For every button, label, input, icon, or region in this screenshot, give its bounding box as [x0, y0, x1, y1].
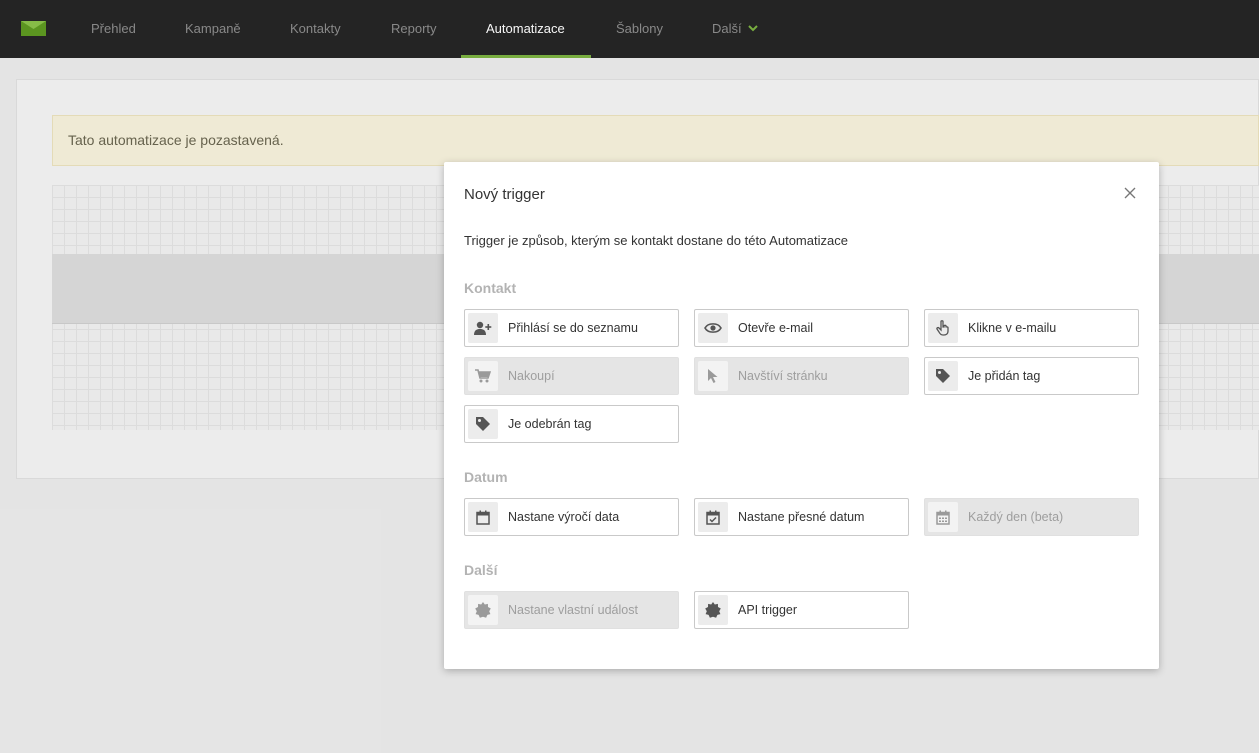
trigger-option-label: Nastane výročí data [508, 510, 620, 524]
modal-title: Nový trigger [464, 186, 545, 203]
trigger-option-click-email[interactable]: Klikne v e-mailu [924, 309, 1139, 347]
user-plus-icon [468, 313, 498, 343]
eye-icon [698, 313, 728, 343]
trigger-option-tag-added[interactable]: Je přidán tag [924, 357, 1139, 395]
tag-icon [468, 409, 498, 439]
trigger-option-subscribe[interactable]: Přihlásí se do seznamu [464, 309, 679, 347]
trigger-option-date-anniversary[interactable]: Nastane výročí data [464, 498, 679, 536]
trigger-option-exact-date[interactable]: Nastane přesné datum [694, 498, 909, 536]
certificate-icon [698, 595, 728, 625]
trigger-option-label: Nakoupí [508, 369, 555, 383]
trigger-option-label: Nastane vlastní událost [508, 603, 638, 617]
section-title-kontakt: Kontakt [464, 280, 517, 296]
trigger-option-label: Je odebrán tag [508, 417, 592, 431]
calendar-icon [468, 502, 498, 532]
trigger-option-label: API trigger [738, 603, 798, 617]
trigger-option-purchase: Nakoupí [464, 357, 679, 395]
trigger-option-api[interactable]: API trigger [694, 591, 909, 629]
mouse-pointer-icon [698, 361, 728, 391]
trigger-option-visit-page: Navštíví stránku [694, 357, 909, 395]
tag-icon [928, 361, 958, 391]
trigger-option-label: Otevře e-mail [738, 321, 814, 335]
section-title-datum: Datum [464, 469, 508, 485]
trigger-option-every-day: Každý den (beta) [924, 498, 1139, 536]
trigger-option-custom-event: Nastane vlastní událost [464, 591, 679, 629]
shopping-cart-icon [468, 361, 498, 391]
calendar-check-icon [698, 502, 728, 532]
trigger-option-label: Navštíví stránku [738, 369, 828, 383]
trigger-option-label: Klikne v e-mailu [968, 321, 1057, 335]
trigger-option-label: Každý den (beta) [968, 510, 1064, 524]
certificate-icon [468, 595, 498, 625]
section-title-dalsi: Další [464, 562, 498, 578]
trigger-option-tag-removed[interactable]: Je odebrán tag [464, 405, 679, 443]
calendar-grid-icon [928, 502, 958, 532]
trigger-option-open-email[interactable]: Otevře e-mail [694, 309, 909, 347]
trigger-option-label: Nastane přesné datum [738, 510, 865, 524]
close-icon[interactable] [1123, 186, 1137, 200]
new-trigger-modal: Nový trigger Trigger je způsob, kterým s… [444, 162, 1159, 669]
hand-pointer-icon [928, 313, 958, 343]
trigger-option-label: Přihlásí se do seznamu [508, 321, 638, 335]
trigger-option-label: Je přidán tag [968, 369, 1041, 383]
modal-description: Trigger je způsob, kterým se kontakt dos… [464, 233, 848, 248]
